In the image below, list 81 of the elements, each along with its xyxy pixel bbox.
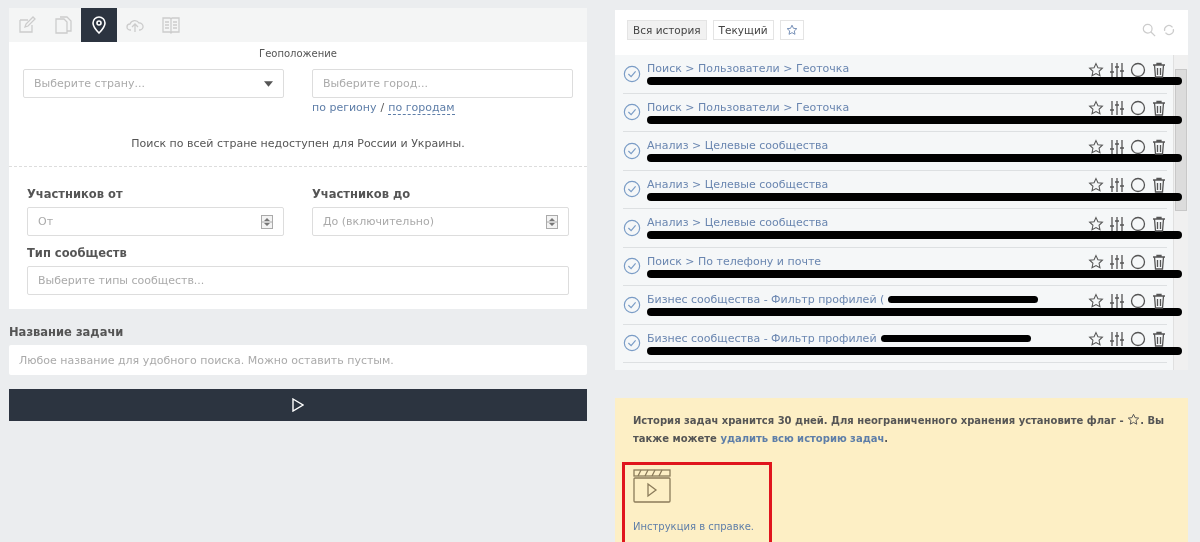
circle-icon[interactable] — [1130, 254, 1146, 271]
star-icon[interactable] — [1088, 215, 1104, 232]
country-select[interactable]: Выберите страну... — [23, 69, 284, 98]
star-icon[interactable] — [1088, 177, 1104, 194]
trash-icon[interactable] — [1151, 100, 1167, 117]
circle-icon[interactable] — [1130, 138, 1146, 155]
number-field[interactable]: До (включительно) — [312, 207, 569, 236]
community-type-field[interactable]: Выберите типы сообществ... — [27, 266, 569, 295]
notice-text: Поиск по всей стране недоступен для России и Украины. — [130, 137, 466, 150]
sliders-icon[interactable] — [1109, 61, 1125, 78]
check-circle-icon — [623, 334, 641, 353]
pin-tab[interactable] — [81, 8, 117, 42]
circle-icon[interactable] — [1130, 177, 1146, 194]
star-icon[interactable] — [1088, 331, 1104, 348]
task-title-link[interactable]: Анализ > Целевые сообщества — [647, 216, 829, 230]
spinner-icon — [546, 214, 558, 229]
star-icon — [1127, 413, 1141, 426]
pencil-icon — [17, 15, 37, 35]
spinner-icon — [261, 214, 273, 229]
circle-icon[interactable] — [1130, 215, 1146, 232]
check-circle-icon — [623, 180, 641, 199]
trash-icon[interactable] — [1151, 331, 1167, 348]
copy-icon — [53, 15, 73, 35]
star-icon[interactable] — [1088, 254, 1104, 271]
filter-tab[interactable]: Вся история — [627, 20, 707, 40]
check-circle-icon — [623, 64, 641, 83]
sliders-icon[interactable] — [1109, 138, 1125, 155]
number-field[interactable]: От — [27, 207, 284, 236]
check-circle-icon — [623, 257, 641, 276]
sliders-icon[interactable] — [1109, 254, 1125, 271]
cities-link[interactable]: по городам — [388, 101, 455, 115]
caret-icon — [264, 80, 273, 87]
section-title: Геоположение — [258, 48, 338, 59]
filter-tab[interactable]: Текущий — [712, 20, 774, 40]
starred-filter[interactable] — [779, 20, 804, 40]
task-title-link[interactable]: Поиск > По телефону и почте — [647, 254, 822, 268]
circle-icon[interactable] — [1130, 61, 1146, 78]
field-label: Участников до — [312, 187, 412, 201]
play-icon — [292, 398, 304, 412]
map-pin-icon — [89, 15, 109, 35]
separator-text: / — [380, 101, 385, 115]
circle-icon[interactable] — [1130, 331, 1146, 348]
trash-icon[interactable] — [1151, 61, 1167, 78]
task-name-field[interactable]: Любое название для удобного поиска. Можно оставить пустым. — [9, 345, 587, 375]
task-title-link[interactable]: Поиск > Пользователи > Геоточка — [647, 100, 850, 114]
circle-icon[interactable] — [1130, 292, 1146, 309]
task-title-link[interactable]: Бизнес сообщества - Фильтр профилей — [647, 331, 877, 345]
field-label: Название задачи — [9, 325, 125, 339]
info-text: История задач хранится 30 дней. Для неограниченного хранения установите флаг - . Вы также можете удалить всю историю задач. — [633, 412, 1166, 446]
star-icon[interactable] — [1088, 138, 1104, 155]
trash-icon[interactable] — [1151, 138, 1167, 155]
city-field[interactable]: Выберите город... — [312, 69, 573, 98]
trash-icon[interactable] — [1151, 254, 1167, 271]
task-title-link[interactable]: Анализ > Целевые сообщества — [647, 177, 829, 191]
scrollbar[interactable] — [1173, 55, 1188, 370]
check-circle-icon — [623, 295, 641, 314]
sliders-icon[interactable] — [1109, 100, 1125, 117]
star-icon[interactable] — [1088, 292, 1104, 309]
trash-icon[interactable] — [1151, 215, 1167, 232]
region-link[interactable]: по региону — [312, 101, 377, 115]
trash-icon[interactable] — [1151, 177, 1167, 194]
field-label: Тип сообществ — [27, 246, 128, 260]
video-icon — [633, 469, 671, 503]
star-icon[interactable] — [1088, 100, 1104, 117]
check-circle-icon — [623, 218, 641, 237]
sliders-icon[interactable] — [1109, 215, 1125, 232]
field-label: Участников от — [27, 187, 124, 201]
help-link[interactable]: Инструкция в справке. — [633, 521, 761, 532]
task-title-link[interactable]: Бизнес сообщества - Фильтр профилей ( — [647, 293, 885, 307]
sliders-icon[interactable] — [1109, 177, 1125, 194]
star-icon[interactable] — [1088, 61, 1104, 78]
check-circle-icon — [623, 103, 641, 122]
sliders-icon[interactable] — [1109, 292, 1125, 309]
book-icon — [161, 15, 181, 35]
star-icon — [785, 24, 798, 36]
trash-icon[interactable] — [1151, 292, 1167, 309]
check-circle-icon — [623, 141, 641, 160]
circle-icon[interactable] — [1130, 100, 1146, 117]
task-title-link[interactable]: Поиск > Пользователи > Геоточка — [647, 62, 850, 76]
task-title-link[interactable]: Анализ > Целевые сообщества — [647, 139, 829, 153]
sliders-icon[interactable] — [1109, 331, 1125, 348]
